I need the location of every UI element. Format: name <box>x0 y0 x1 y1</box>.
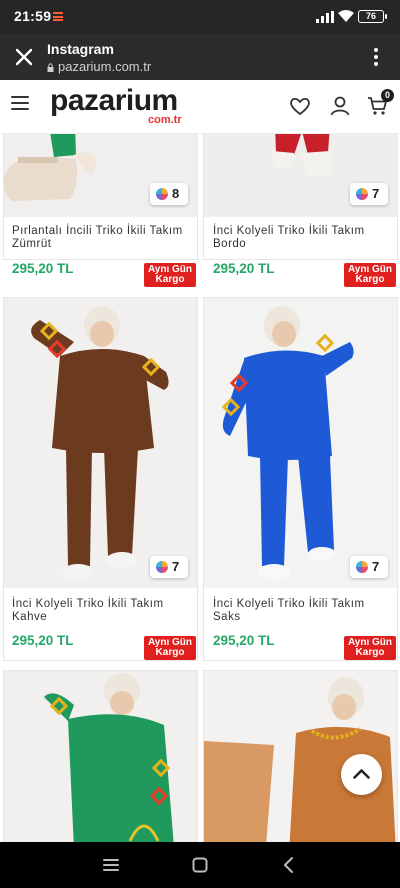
cart-count-badge: 0 <box>381 89 394 102</box>
palette-icon <box>356 561 368 573</box>
status-bar: 21:59 76 <box>0 0 400 34</box>
back-icon[interactable] <box>279 855 299 875</box>
notification-icon <box>53 12 63 21</box>
recent-apps-icon[interactable] <box>101 855 121 875</box>
lock-icon <box>47 63 54 72</box>
product-card[interactable] <box>3 670 198 842</box>
menu-icon[interactable] <box>11 96 29 112</box>
product-image[interactable] <box>4 671 197 842</box>
same-day-shipping-badge: Aynı Gün Kargo <box>344 263 396 287</box>
close-icon[interactable] <box>12 43 36 71</box>
chevron-up-icon <box>353 769 370 779</box>
badge-line2: Kargo <box>155 647 185 658</box>
same-day-shipping-badge: Aynı Gün Kargo <box>144 636 196 660</box>
palette-icon <box>356 188 368 200</box>
product-image[interactable] <box>204 298 397 588</box>
site-header: pazarium com.tr <box>0 80 400 134</box>
custom-tab-bar: Instagram pazarium.com.tr <box>0 34 400 80</box>
product-name[interactable]: İnci Kolyeli Triko İkili Takım Kahve <box>12 598 192 624</box>
battery-icon: 76 <box>358 10 387 23</box>
color-count: 7 <box>372 186 380 201</box>
more-menu-icon[interactable] <box>366 46 386 68</box>
color-options-chip[interactable]: 8 <box>150 183 188 205</box>
heart-icon[interactable] <box>288 94 312 118</box>
logo-domain: com.tr <box>148 114 182 126</box>
product-name[interactable]: İnci Kolyeli Triko İkili Takım Bordo <box>213 225 393 251</box>
color-count: 8 <box>172 186 180 201</box>
product-name[interactable]: İnci Kolyeli Triko İkili Takım Saks <box>213 598 393 624</box>
badge-line2: Kargo <box>155 274 185 285</box>
product-image[interactable] <box>4 298 197 588</box>
wifi-icon <box>338 10 354 22</box>
product-grid: 8 Pırlantalı İncili Triko İkili Takım Zü… <box>0 134 400 842</box>
scroll-to-top-button[interactable] <box>341 754 382 795</box>
color-options-chip[interactable]: 7 <box>350 556 388 578</box>
home-icon[interactable] <box>190 855 210 875</box>
palette-icon <box>156 561 168 573</box>
color-count: 7 <box>372 559 380 574</box>
system-nav-bar <box>0 842 400 888</box>
tab-url: pazarium.com.tr <box>58 59 152 74</box>
product-price: 295,20 TL <box>213 261 275 276</box>
logo[interactable]: pazarium <box>50 84 178 118</box>
product-name[interactable]: Pırlantalı İncili Triko İkili Takım Zümr… <box>12 225 192 251</box>
color-options-chip[interactable]: 7 <box>350 183 388 205</box>
palette-icon <box>156 188 168 200</box>
product-image[interactable]: 8 <box>4 134 197 217</box>
user-icon[interactable] <box>328 94 352 118</box>
status-time: 21:59 <box>14 8 52 24</box>
color-count: 7 <box>172 559 180 574</box>
color-options-chip[interactable]: 7 <box>150 556 188 578</box>
product-price: 295,20 TL <box>213 633 275 648</box>
tab-title: Instagram <box>47 41 114 57</box>
badge-line2: Kargo <box>355 274 385 285</box>
same-day-shipping-badge: Aynı Gün Kargo <box>144 263 196 287</box>
badge-line2: Kargo <box>355 647 385 658</box>
product-price: 295,20 TL <box>12 633 74 648</box>
url-bar[interactable]: pazarium.com.tr <box>47 59 151 74</box>
signal-icon <box>316 11 334 23</box>
same-day-shipping-badge: Aynı Gün Kargo <box>344 636 396 660</box>
product-price: 295,20 TL <box>12 261 74 276</box>
